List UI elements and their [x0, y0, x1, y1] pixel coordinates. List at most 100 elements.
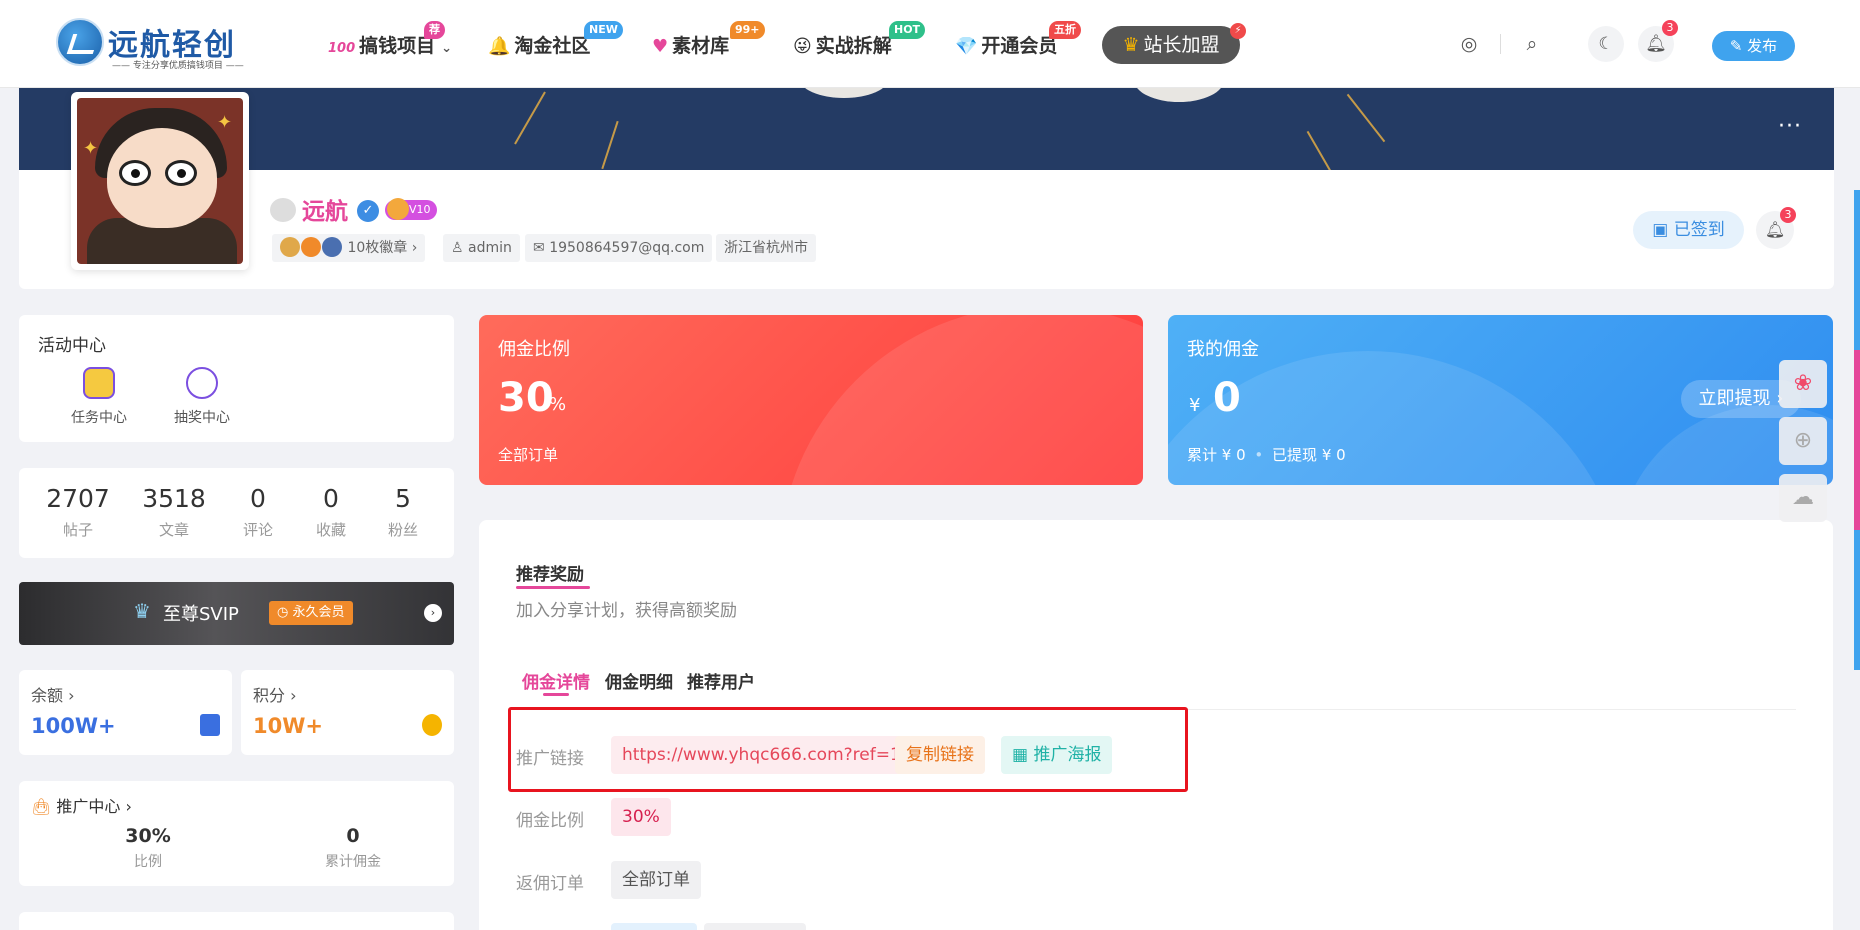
profile-name: 远航 — [302, 199, 348, 225]
logo-emblem-icon — [56, 18, 104, 66]
tab-referred-users[interactable]: 推荐用户 — [687, 668, 755, 693]
wechat-icon[interactable]: ☁ — [1779, 474, 1827, 522]
promotion-title[interactable]: 👜︎ 推广中心 › — [31, 793, 132, 817]
stat-value: 5 — [395, 484, 411, 513]
verified-icon: ✓ — [357, 200, 379, 222]
user-avatar-mini-icon — [270, 198, 296, 222]
balance-value: 100W+ — [31, 714, 116, 738]
next-card — [19, 912, 454, 930]
svip-tag-label: 永久会员 — [292, 605, 345, 620]
lottery-center-item[interactable]: 抽奖中心 — [157, 367, 247, 427]
edge-accent — [1854, 350, 1860, 530]
lightning-icon: ⚡ — [1230, 23, 1246, 39]
hundred-icon: 100 — [328, 41, 356, 56]
referral-description: 加入分享计划，获得高额奖励 — [516, 601, 737, 621]
signed-label: 已签到 — [1673, 220, 1725, 240]
nav-item-membership[interactable]: 💎 开通会员 五折 — [955, 21, 1081, 59]
header-divider — [1500, 34, 1501, 54]
nav-badge: NEW — [584, 21, 623, 39]
badges-label: 10枚徽章 › — [347, 240, 418, 256]
commission-ratio-value: 30 — [498, 375, 554, 421]
location-chip: 浙江省杭州市 — [716, 234, 816, 262]
stat-articles[interactable]: 3518 文章 — [132, 484, 216, 540]
nav-item-label: 素材库 — [672, 35, 730, 57]
chevron-right-icon[interactable]: › — [424, 604, 442, 622]
task-center-item[interactable]: 任务中心 — [54, 367, 144, 427]
task-icon — [83, 367, 115, 399]
site-logo[interactable]: 远航轻创 —— 专注分享优质搞钱项目 —— — [56, 14, 256, 74]
signed-in-button[interactable]: ▣ 已签到 — [1633, 211, 1744, 249]
search-icon[interactable]: ⌕ — [1520, 32, 1544, 56]
currency-symbol: ¥ — [1189, 395, 1201, 416]
svip-banner[interactable]: ♛ 至尊SVIP ◷ 永久会员 › — [19, 582, 454, 645]
promo-ratio: 30% 比例 — [58, 825, 238, 871]
user-stats-card: 2707 帖子 3518 文章 0 评论 0 收藏 5 粉丝 — [19, 468, 454, 558]
points-label: 积分 › — [253, 686, 297, 705]
nav-badge: HOT — [889, 21, 926, 39]
email-chip: ✉ 1950864597@qq.com — [525, 234, 713, 262]
gift-icon[interactable]: ❀ — [1779, 360, 1827, 408]
title-underline — [516, 586, 590, 589]
stat-posts[interactable]: 2707 帖子 — [36, 484, 120, 540]
top-navbar: 远航轻创 —— 专注分享优质搞钱项目 —— 100 搞钱项目 ⌄ 荐 🔔 淘金社区 N… — [0, 0, 1860, 88]
next-row-pill — [611, 923, 697, 930]
activity-title: 活动中心 — [38, 336, 106, 356]
profile-notification-count: 3 — [1780, 207, 1796, 223]
stat-label: 评论 — [242, 521, 273, 539]
my-commission-footer: 累计 ¥ 0 • 已提现 ¥ 0 — [1187, 446, 1346, 464]
lottery-center-label: 抽奖中心 — [174, 410, 230, 426]
heart-icon: ♥ — [652, 36, 669, 57]
add-circle-icon[interactable]: ⊕ — [1779, 417, 1827, 465]
join-button[interactable]: ♛ 站长加盟 — [1102, 26, 1240, 64]
stat-comments[interactable]: 0 评论 — [216, 484, 300, 540]
tab-commission-records[interactable]: 佣金明细 — [605, 668, 673, 693]
balance-card[interactable]: 余额 › 100W+ — [19, 670, 232, 755]
calendar-check-icon: ▣ — [1652, 220, 1674, 240]
ratio-label: 佣金比例 — [516, 811, 584, 831]
balance-label: 余额 › — [31, 686, 75, 705]
tab-commission-details[interactable]: 佣金详情 — [522, 668, 590, 693]
logo-subtitle: —— 专注分享优质搞钱项目 —— — [112, 61, 244, 71]
notification-count: 3 — [1662, 20, 1678, 36]
stat-value: 0 — [250, 484, 266, 513]
stat-fans[interactable]: 5 粉丝 — [361, 484, 445, 540]
promotion-center-card: 👜︎ 推广中心 › 30% 比例 0 累计佣金 — [19, 781, 454, 886]
stat-label: 帖子 — [62, 521, 93, 539]
promo-commission-value: 0 — [346, 825, 360, 847]
stat-label: 文章 — [158, 521, 189, 539]
username-chip: ♙ admin — [443, 234, 520, 262]
yen-icon — [200, 714, 220, 736]
promo-commission-label: 累计佣金 — [325, 854, 381, 870]
commission-ratio-label: 佣金比例 — [498, 339, 570, 360]
profile-card: ··· ✦ ✦ 远航 ✓ V10 10枚徽章 › ♙ admin ✉ 19508… — [19, 88, 1834, 289]
more-options-icon[interactable]: ··· — [1778, 114, 1802, 139]
ratio-value: 30% — [611, 798, 671, 836]
join-label: 站长加盟 — [1143, 34, 1220, 56]
nav-item-community[interactable]: 🔔 淘金社区 NEW — [488, 21, 623, 59]
commission-ratio-card: 佣金比例 30 % 全部订单 — [479, 315, 1143, 485]
nav-item-label: 淘金社区 — [514, 35, 591, 57]
avatar[interactable]: ✦ ✦ — [71, 92, 249, 270]
badges-chip[interactable]: 10枚徽章 › — [272, 234, 426, 262]
nav-item-cases[interactable]: 😜 实战拆解 HOT — [793, 21, 926, 59]
nav-item-label: 开通会员 — [981, 35, 1058, 57]
commission-ratio-footer: 全部订单 — [498, 446, 559, 464]
svip-label: 至尊SVIP — [163, 604, 239, 625]
publish-button[interactable]: ✎ 发布 — [1712, 31, 1795, 61]
nav-item-projects[interactable]: 100 搞钱项目 ⌄ 荐 — [328, 21, 452, 59]
stat-value: 3518 — [142, 484, 206, 513]
promo-ratio-value: 30% — [125, 825, 171, 847]
lottery-icon — [186, 367, 218, 399]
points-card[interactable]: 积分 › 10W+ — [241, 670, 454, 755]
promo-ratio-label: 比例 — [134, 854, 162, 870]
activity-center-card: 活动中心 任务中心 抽奖中心 — [19, 315, 454, 442]
edge-accent — [1854, 190, 1860, 350]
vip-level-badge: V10 — [385, 198, 437, 220]
nav-item-materials[interactable]: ♥ 素材库 99+ — [652, 21, 765, 59]
promotion-title-label: 推广中心 › — [56, 797, 132, 816]
moon-icon[interactable]: ☾ — [1588, 26, 1624, 62]
svip-crown-icon: ♛ — [133, 599, 151, 623]
stat-label: 粉丝 — [387, 521, 418, 539]
my-commission-card: 我的佣金 ¥ 0 累计 ¥ 0 • 已提现 ¥ 0 立即提现 › — [1168, 315, 1833, 485]
medal-icon[interactable]: ◎ — [1457, 32, 1481, 56]
